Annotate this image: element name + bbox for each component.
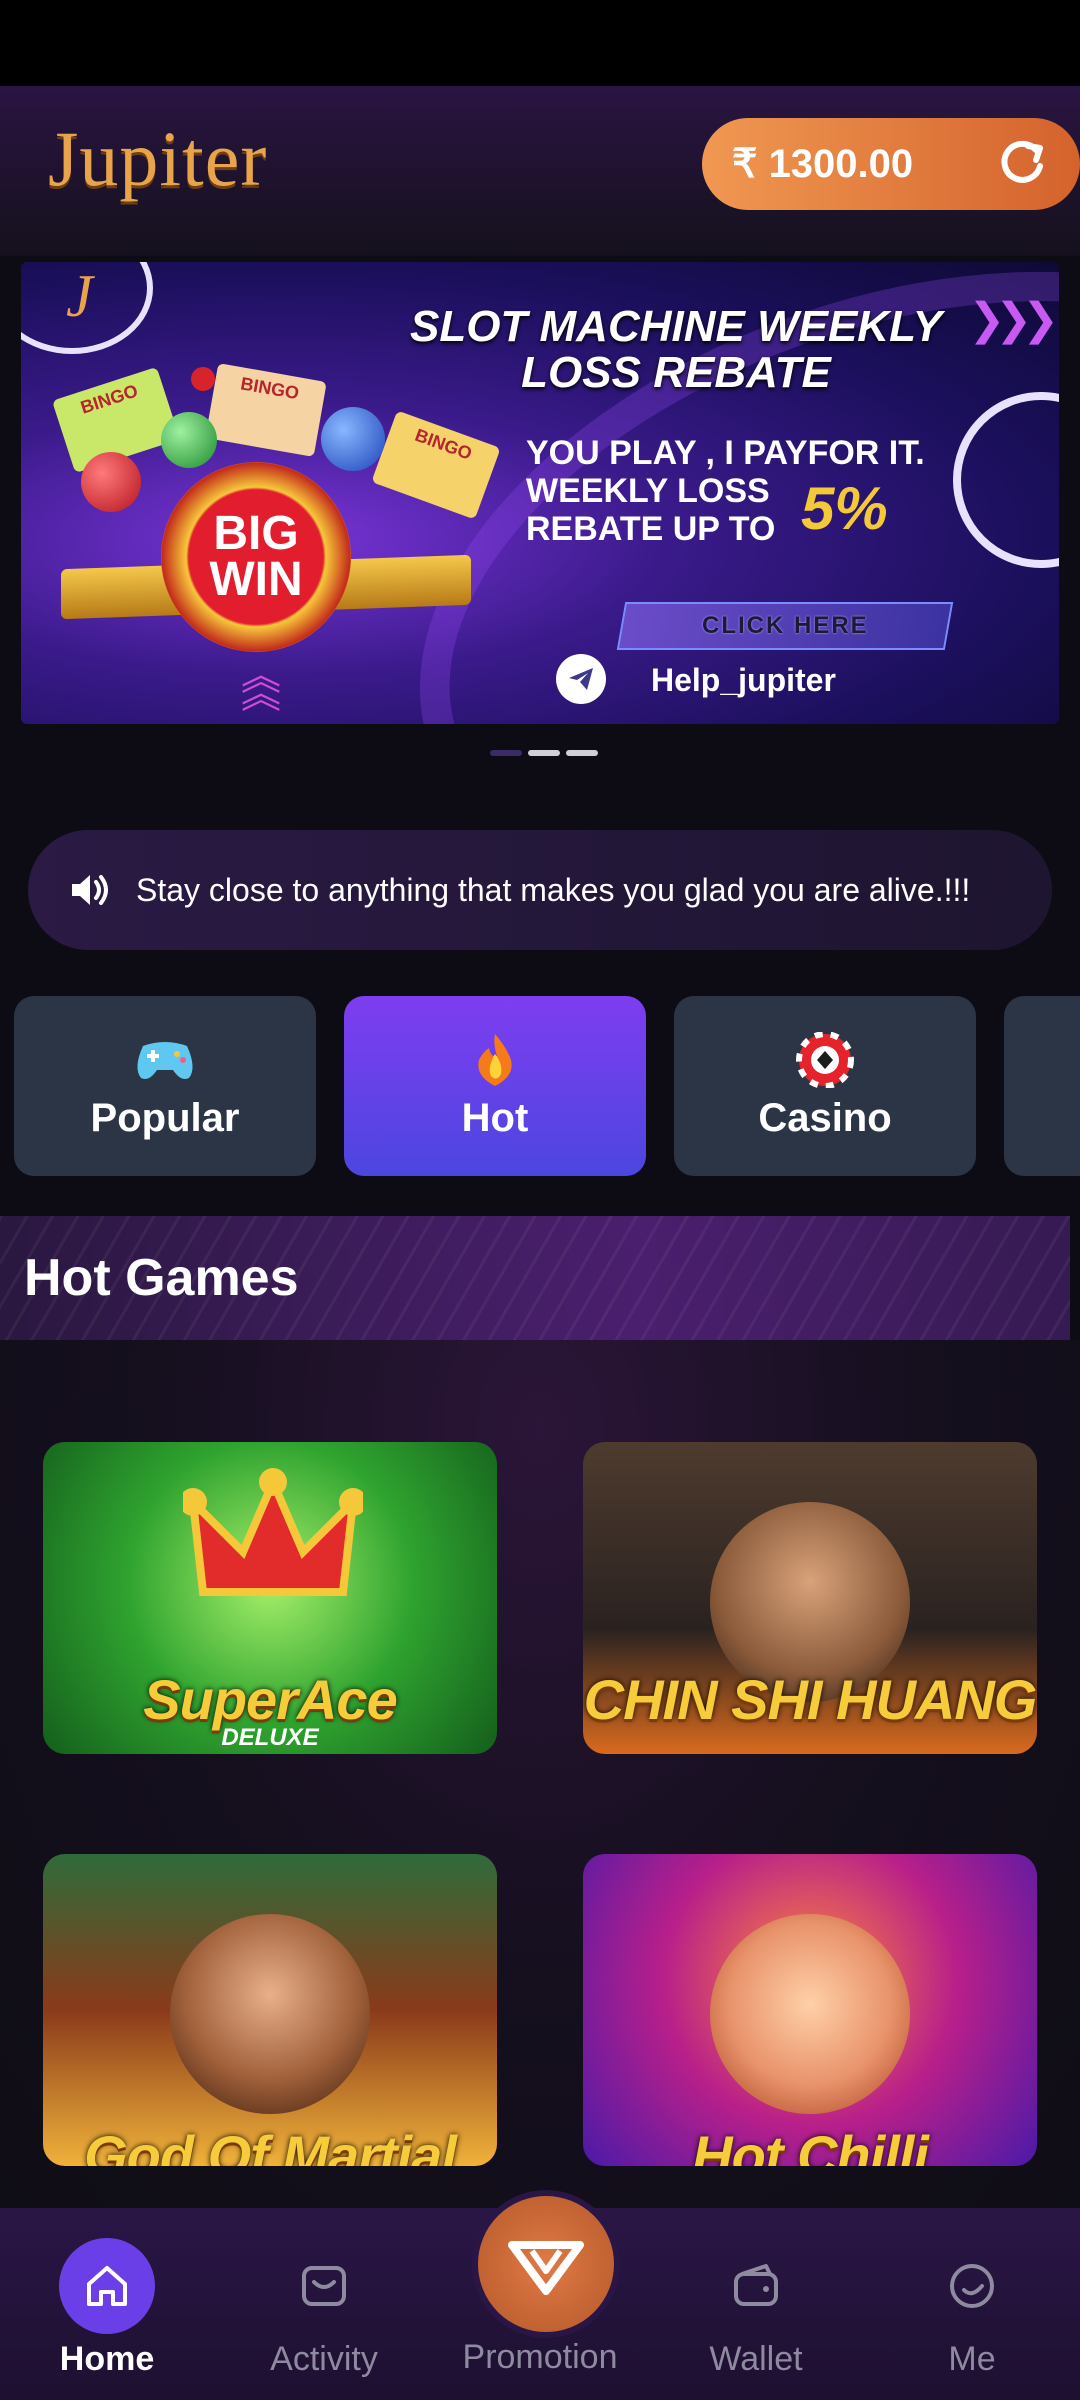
hot-games-header: Hot Games [0, 1216, 1070, 1340]
balance-pill[interactable]: ₹ 1300.00 [702, 118, 1080, 210]
tab-label: Wallet [709, 2340, 803, 2378]
refresh-icon[interactable] [994, 136, 1050, 192]
category-label: Popular [90, 1095, 240, 1140]
category-label: Casino [758, 1095, 892, 1140]
game-tile[interactable]: Hot Chilli [583, 1854, 1037, 2166]
telegram-icon[interactable] [556, 654, 606, 704]
game-title: SuperAce [143, 1668, 397, 1731]
game-title: CHIN SHI HUANG [583, 1668, 1037, 1731]
category-label: Hot [461, 1095, 529, 1140]
profile-icon [924, 2238, 1020, 2334]
speaker-icon [72, 875, 108, 905]
wallet-icon [708, 2238, 804, 2334]
bingo-ball [81, 452, 141, 512]
category-hot[interactable]: Hot [344, 996, 646, 1176]
tab-wallet[interactable]: Wallet [666, 2238, 846, 2379]
click-here-label: CLICK HERE [701, 612, 869, 639]
status-bar [0, 0, 1080, 86]
app-header: Jupiter ₹ 1300.00 [0, 86, 1080, 256]
double-arrow-icon: ❯❯❯ [968, 295, 1059, 344]
notice-text: Stay close to anything that makes you gl… [136, 871, 971, 908]
jupiter-logo[interactable]: Jupiter [48, 114, 267, 204]
tab-promotion-label: Promotion [462, 2338, 618, 2376]
big-win-badge: BIG WIN [161, 462, 351, 652]
fire-icon [478, 1033, 512, 1086]
promotion-icon [508, 2241, 584, 2295]
carousel-indicator [490, 750, 598, 756]
big-win-line1: BIG [213, 507, 299, 560]
game-subtitle: DELUXE [221, 1724, 319, 1751]
category-casino[interactable]: Casino [674, 996, 976, 1176]
banner-title-line1: SLOT MACHINE WEEKLY [409, 302, 943, 351]
tab-me[interactable]: Me [882, 2238, 1062, 2379]
bingo-ball [161, 412, 217, 468]
gamepad-icon [137, 1041, 193, 1079]
notice-bar[interactable]: Stay close to anything that makes you gl… [28, 830, 1052, 950]
tab-home[interactable]: Home [17, 2238, 197, 2379]
game-character [170, 1914, 370, 2114]
game-character [710, 1914, 910, 2114]
help-contact[interactable]: Help_jupiter [651, 662, 836, 699]
carousel-dot[interactable] [490, 750, 522, 756]
game-tile[interactable]: CHIN SHI HUANG [583, 1442, 1037, 1754]
section-title: Hot Games [24, 1249, 299, 1307]
tab-label: Me [948, 2340, 996, 2378]
bingo-card: BINGO [205, 363, 327, 457]
bingo-ball [191, 367, 215, 391]
promo-banner[interactable]: J BINGO BINGO BINGO BIG WIN ︽ ︽ SLOT MACH… [21, 262, 1059, 724]
rebate-percent: 5% [801, 475, 888, 542]
banner-title-line2: LOSS REBATE [521, 348, 831, 397]
activity-icon [276, 2238, 372, 2334]
game-tile[interactable]: God Of Martial [43, 1854, 497, 2166]
big-win-line2: WIN [209, 553, 303, 606]
banner-corner-letter: J [66, 263, 93, 329]
carousel-dot[interactable] [566, 750, 598, 756]
balance-amount: ₹ 1300.00 [732, 142, 914, 186]
home-icon [59, 2238, 155, 2334]
tab-label: Home [59, 2340, 155, 2378]
tab-promotion[interactable] [472, 2190, 620, 2338]
tab-label: Activity [270, 2340, 378, 2378]
click-here-button[interactable]: CLICK HERE [616, 602, 954, 650]
poker-chip-icon [796, 1031, 854, 1088]
category-popular[interactable]: Popular [14, 996, 316, 1176]
game-tile[interactable]: SuperAce DELUXE [43, 1442, 497, 1754]
banner-title: SLOT MACHINE WEEKLY LOSS REBATE [376, 304, 976, 396]
tab-activity[interactable]: Activity [234, 2238, 414, 2379]
carousel-dot-active[interactable] [528, 750, 560, 756]
game-title: Hot Chilli [692, 2124, 929, 2166]
bottom-nav: Home Activity Promotion Wallet Me [0, 2190, 1080, 2400]
category-more[interactable] [1004, 996, 1080, 1176]
bingo-ball [321, 407, 385, 471]
chevron-up-icon: ︽ ︽ [241, 654, 281, 716]
banner-body-line1: YOU PLAY , I PAYFOR IT. [526, 434, 925, 472]
game-title: God Of Martial [84, 2124, 457, 2166]
jester-crown-icon [183, 1468, 363, 1596]
category-tabs: Popular Hot Casino [14, 996, 1080, 1178]
bingo-card: BINGO [371, 410, 501, 520]
